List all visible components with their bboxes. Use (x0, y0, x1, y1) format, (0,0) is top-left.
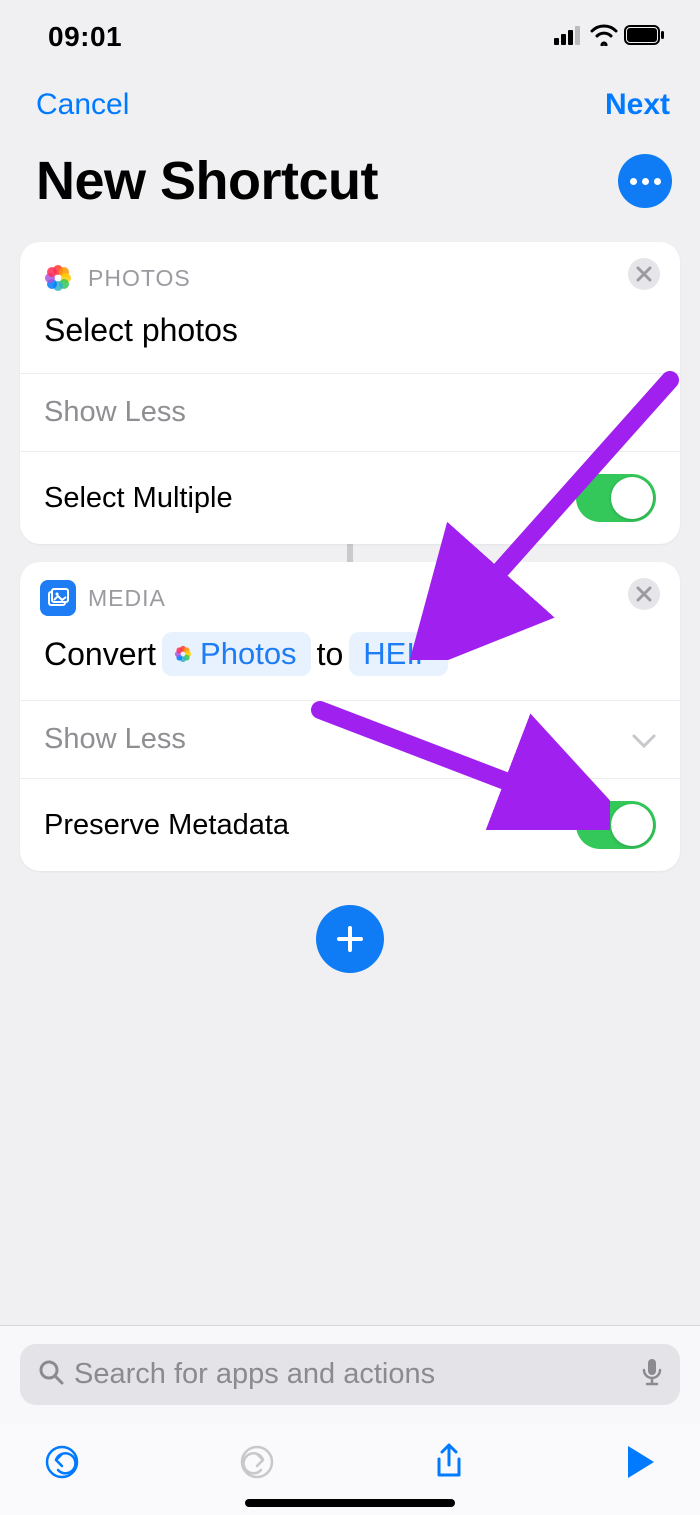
search-bar-container: Search for apps and actions (0, 1325, 700, 1423)
cellular-icon (554, 25, 584, 50)
action-text: Select photos (44, 312, 238, 349)
option-row-preserve-metadata: Preserve Metadata (20, 778, 680, 871)
redo-button[interactable] (239, 1444, 275, 1480)
show-less-row[interactable]: Show Less (20, 700, 680, 778)
convert-word: Convert (44, 636, 156, 673)
card-header: PHOTOS (20, 242, 680, 296)
action-title: Convert Photos to HEIF (20, 616, 680, 700)
app-label: PHOTOS (88, 265, 191, 292)
remove-action-button[interactable] (628, 258, 660, 290)
chevron-down-icon (632, 723, 656, 756)
wifi-icon (590, 24, 618, 51)
search-icon (38, 1359, 64, 1390)
card-header: MEDIA (20, 562, 680, 616)
token-label: Photos (200, 636, 297, 672)
show-less-row[interactable]: Show Less (20, 373, 680, 451)
app-label: MEDIA (88, 585, 166, 612)
select-multiple-toggle[interactable] (576, 474, 656, 522)
card-connector (347, 544, 353, 562)
media-app-icon (40, 580, 76, 616)
convert-format-token[interactable]: HEIF (349, 632, 448, 676)
nav-row: Cancel Next (0, 60, 700, 122)
photos-app-icon (40, 260, 76, 296)
remove-action-button[interactable] (628, 578, 660, 610)
share-button[interactable] (433, 1442, 465, 1482)
action-card-photos: PHOTOS Select photos Show Less Select Mu… (20, 242, 680, 544)
show-less-label: Show Less (44, 723, 186, 756)
status-bar: 09:01 (0, 0, 700, 60)
preserve-metadata-toggle[interactable] (576, 801, 656, 849)
action-title[interactable]: Select photos (20, 296, 680, 373)
home-indicator (245, 1499, 455, 1507)
run-button[interactable] (624, 1444, 656, 1480)
next-button[interactable]: Next (605, 88, 670, 122)
battery-icon (624, 25, 666, 50)
status-time: 09:01 (48, 21, 122, 53)
add-action-button[interactable] (316, 905, 384, 973)
plus-icon (335, 924, 365, 954)
dictation-icon[interactable] (642, 1358, 662, 1391)
action-card-media: MEDIA Convert Photos to HEIF (20, 562, 680, 871)
show-less-label: Show Less (44, 396, 186, 429)
undo-button[interactable] (44, 1444, 80, 1480)
cancel-button[interactable]: Cancel (36, 88, 129, 122)
page-title: New Shortcut (36, 150, 378, 212)
search-input[interactable]: Search for apps and actions (20, 1344, 680, 1405)
chevron-down-icon (632, 396, 656, 429)
more-button[interactable] (618, 154, 672, 208)
option-label: Preserve Metadata (44, 809, 289, 842)
option-row-select-multiple: Select Multiple (20, 451, 680, 544)
title-row: New Shortcut (0, 122, 700, 230)
search-placeholder: Search for apps and actions (74, 1358, 632, 1391)
status-icons (554, 24, 666, 51)
option-label: Select Multiple (44, 482, 233, 515)
convert-input-token[interactable]: Photos (162, 632, 311, 676)
convert-to-word: to (317, 636, 344, 673)
